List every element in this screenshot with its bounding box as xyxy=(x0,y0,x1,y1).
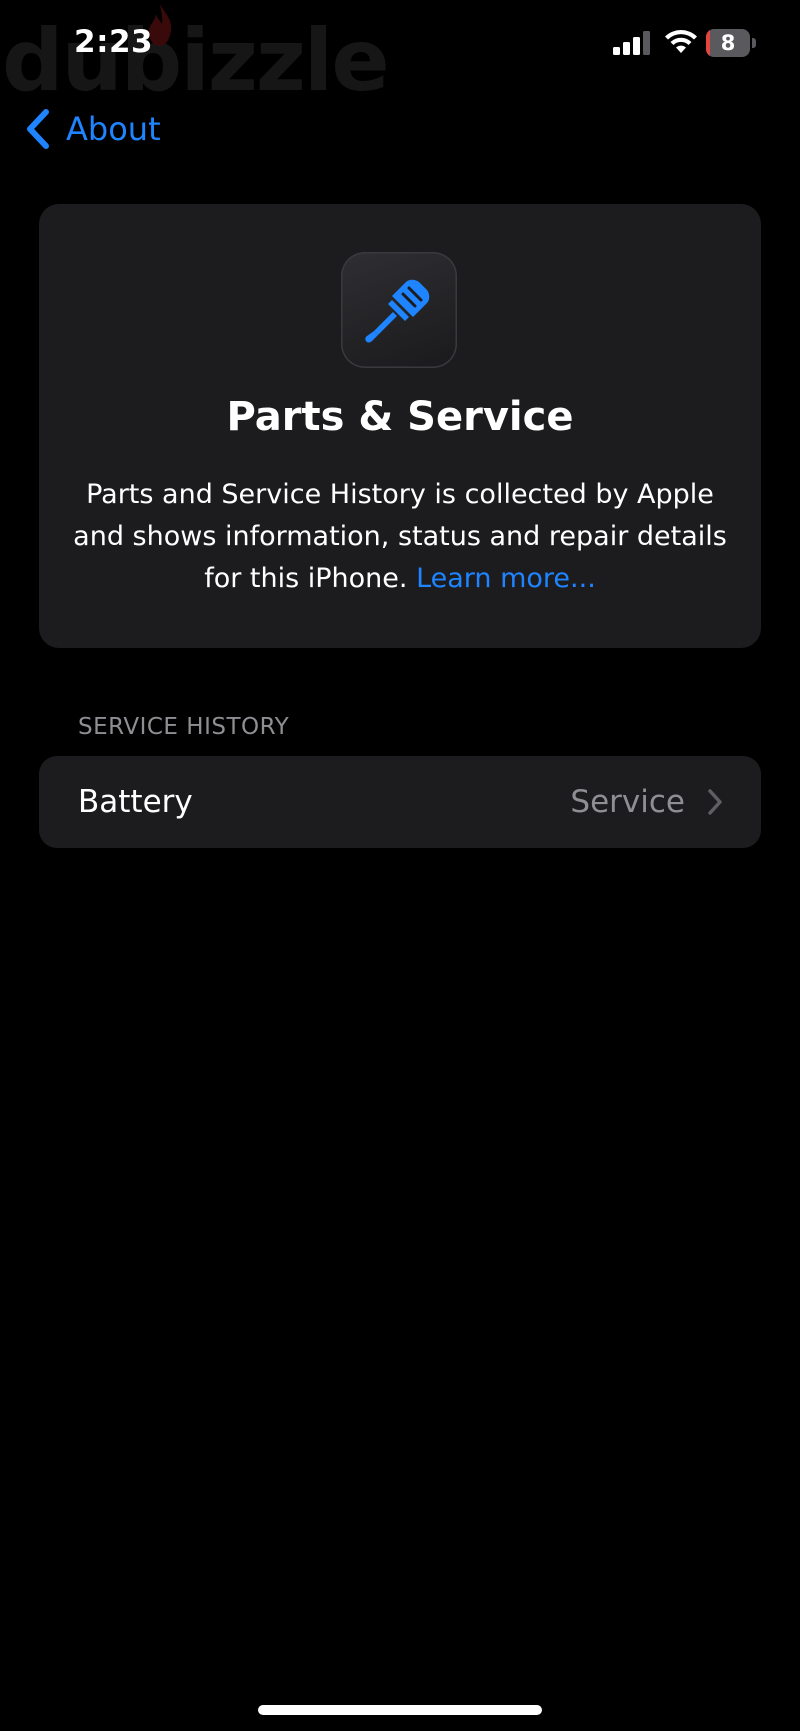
home-indicator[interactable] xyxy=(258,1705,542,1715)
battery-cap xyxy=(752,38,756,48)
battery-icon: 8 xyxy=(706,29,758,57)
card-title: Parts & Service xyxy=(226,394,574,440)
parts-service-info-card: Parts & Service Parts and Service Histor… xyxy=(39,204,761,648)
parts-service-app-icon xyxy=(341,252,457,368)
card-description-text: Parts and Service History is collected b… xyxy=(73,479,727,594)
battery-body: 8 xyxy=(706,29,750,57)
battery-service-row[interactable]: Battery Service xyxy=(39,756,761,848)
chevron-left-icon xyxy=(27,109,49,149)
back-button-label: About xyxy=(66,110,161,148)
row-label: Battery xyxy=(78,784,193,820)
card-description: Parts and Service History is collected b… xyxy=(69,474,731,600)
status-bar: 2:23 8 xyxy=(0,0,800,90)
row-value: Service xyxy=(570,784,685,820)
screwdriver-icon xyxy=(365,279,430,343)
chevron-right-icon xyxy=(708,789,722,815)
back-button[interactable]: About xyxy=(22,104,161,154)
status-time: 2:23 xyxy=(74,24,154,60)
service-history-header: SERVICE HISTORY xyxy=(78,714,290,740)
learn-more-link[interactable]: Learn more... xyxy=(416,563,596,594)
wifi-icon xyxy=(665,30,697,53)
cellular-signal-icon xyxy=(613,31,650,55)
battery-level: 8 xyxy=(720,31,736,55)
